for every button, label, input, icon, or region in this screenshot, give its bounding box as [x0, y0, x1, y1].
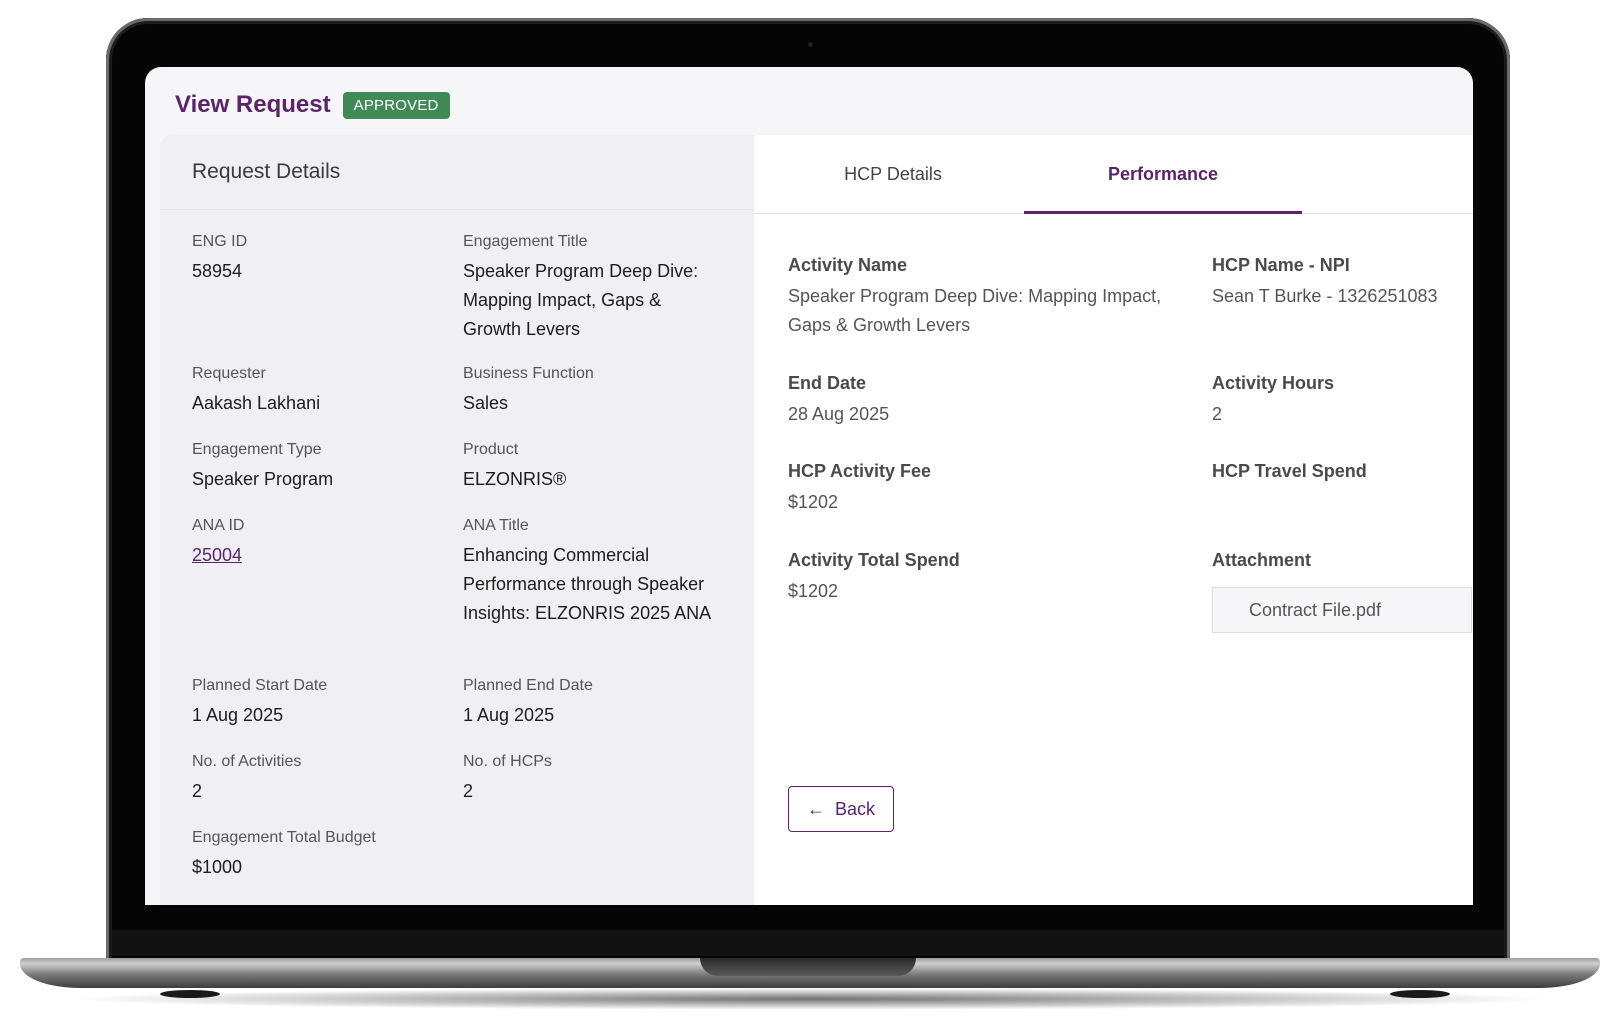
camera-icon: [808, 42, 813, 47]
field-value: 1 Aug 2025: [463, 705, 555, 725]
field-value: Speaker Program Deep Dive: Mapping Impac…: [788, 286, 1162, 335]
field-label: Planned Start Date: [192, 677, 328, 694]
field-label: Planned End Date: [463, 677, 593, 694]
performance-panel: HCP Details Performance Activity Name Sp…: [754, 135, 1473, 905]
field-num-activities: No. of Activities 2: [192, 753, 452, 806]
field-activity-hours: Activity Hours 2: [1212, 373, 1462, 429]
back-button-label: Back: [834, 798, 876, 819]
field-label: ANA Title: [463, 517, 529, 534]
field-activity-total-spend: Activity Total Spend $1202: [788, 550, 1188, 606]
field-value: $1000: [192, 857, 243, 877]
page-title: View Request: [175, 91, 331, 118]
field-label: Activity Name: [788, 255, 908, 275]
field-label: Engagement Title: [463, 233, 588, 250]
field-label: No. of HCPs: [463, 753, 552, 770]
laptop-foot: [1390, 990, 1450, 998]
field-eng-id: ENG ID 58954: [192, 233, 452, 286]
field-requester: Requester Aakash Lakhani: [192, 365, 452, 418]
field-end-date: End Date 28 Aug 2025: [788, 373, 1188, 429]
laptop-notch: [700, 958, 916, 976]
back-button[interactable]: ← Back: [788, 786, 894, 832]
laptop-foot: [160, 990, 220, 998]
field-hcp-travel-spend: HCP Travel Spend: [1212, 461, 1462, 488]
field-engagement-title: Engagement Title Speaker Program Deep Di…: [463, 233, 713, 344]
field-value: 2: [463, 781, 474, 801]
field-label: Requester: [192, 365, 266, 382]
field-label: Engagement Type: [192, 441, 322, 458]
attachment-file[interactable]: Contract File.pdf: [1212, 587, 1472, 633]
field-label: HCP Activity Fee: [788, 461, 932, 481]
field-label: Engagement Total Budget: [192, 829, 376, 846]
field-activity-name: Activity Name Speaker Program Deep Dive:…: [788, 255, 1188, 340]
field-product: Product ELZONRIS®: [463, 441, 723, 494]
field-planned-start-date: Planned Start Date 1 Aug 2025: [192, 677, 452, 730]
field-label: HCP Travel Spend: [1212, 461, 1367, 481]
ana-id-link[interactable]: 25004: [192, 545, 242, 565]
status-badge: APPROVED: [342, 91, 450, 119]
field-value: Sean T Burke - 1326251083: [1212, 286, 1438, 306]
tab-bar: HCP Details Performance: [754, 135, 1473, 214]
field-planned-end-date: Planned End Date 1 Aug 2025: [463, 677, 723, 730]
field-value-wrapper: 25004: [192, 541, 452, 570]
field-value: Speaker Program Deep Dive: Mapping Impac…: [463, 261, 699, 339]
field-value: 1 Aug 2025: [192, 705, 284, 725]
field-value: Sales: [463, 393, 509, 413]
attachment-file-name: Contract File.pdf: [1249, 599, 1382, 620]
field-value: 2: [192, 781, 203, 801]
laptop-shadow: [60, 988, 1560, 1010]
field-value: 28 Aug 2025: [788, 404, 890, 424]
field-engagement-type: Engagement Type Speaker Program: [192, 441, 452, 494]
field-value: $1202: [788, 581, 839, 601]
field-label: Activity Hours: [1212, 373, 1335, 393]
field-label: Activity Total Spend: [788, 550, 960, 570]
field-business-function: Business Function Sales: [463, 365, 723, 418]
request-details-panel: Request Details ENG ID 58954 Engagement …: [160, 135, 754, 905]
field-ana-title: ANA Title Enhancing Commercial Performan…: [463, 517, 713, 628]
app-screen: View Request APPROVED Request Details EN…: [145, 67, 1473, 905]
field-value: Enhancing Commercial Performance through…: [463, 545, 712, 623]
field-value: Aakash Lakhani: [192, 393, 321, 413]
field-label: HCP Name - NPI: [1212, 255, 1350, 275]
field-label: No. of Activities: [192, 753, 302, 770]
field-total-budget: Engagement Total Budget $1000: [192, 829, 452, 882]
field-hcp-activity-fee: HCP Activity Fee $1202: [788, 461, 1188, 517]
field-num-hcps: No. of HCPs 2: [463, 753, 723, 806]
field-value: 58954: [192, 261, 243, 281]
tab-performance[interactable]: Performance: [1024, 135, 1302, 214]
field-value: 2: [1212, 404, 1223, 424]
field-ana-id: ANA ID 25004: [192, 517, 452, 570]
field-attachment: Attachment: [1212, 550, 1462, 577]
field-label: ANA ID: [192, 517, 245, 534]
field-label: Attachment: [1212, 550, 1312, 570]
field-label: Business Function: [463, 365, 594, 382]
laptop-bezel-bottom: [112, 930, 1504, 956]
page-header: View Request APPROVED: [175, 91, 450, 119]
field-label: End Date: [788, 373, 867, 393]
field-label: Product: [463, 441, 519, 458]
tab-hcp-details[interactable]: HCP Details: [754, 135, 1032, 213]
field-label: ENG ID: [192, 233, 248, 250]
arrow-left-icon: ←: [806, 798, 825, 819]
field-value: $1202: [788, 492, 839, 512]
field-value: ELZONRIS®: [463, 469, 567, 489]
field-value: Speaker Program: [192, 469, 334, 489]
field-hcp-name-npi: HCP Name - NPI Sean T Burke - 1326251083: [1212, 255, 1462, 311]
request-details-title: Request Details: [160, 135, 754, 210]
